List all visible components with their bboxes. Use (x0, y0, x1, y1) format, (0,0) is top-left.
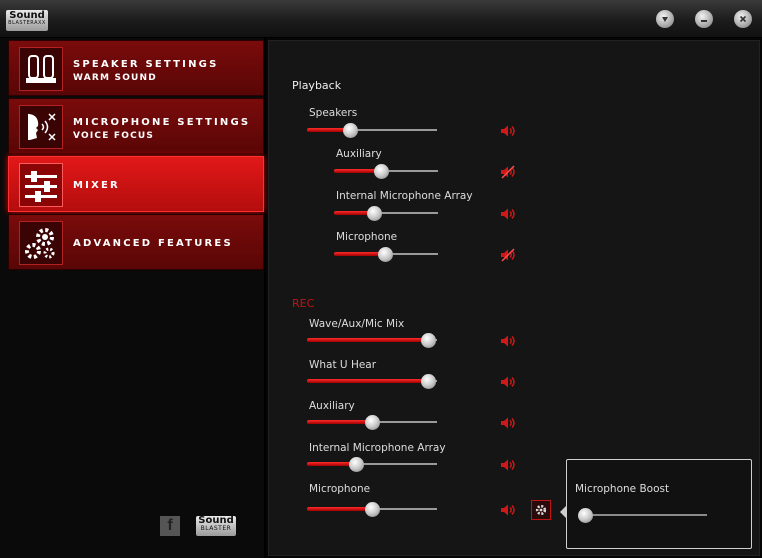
app-logo: Sound BLASTERAXX (6, 10, 48, 31)
slider-thumb[interactable] (349, 457, 365, 472)
slider-thumb[interactable] (420, 374, 436, 389)
speaker-icon[interactable] (500, 333, 516, 347)
playback-label: Playback (292, 79, 342, 92)
nav-title: MIXER (73, 180, 120, 191)
popup-title: Microphone Boost (575, 483, 670, 495)
microphone-head-icon (19, 105, 63, 149)
slider-thumb[interactable] (578, 508, 593, 523)
app-logo-bottom: BLASTERAXX (8, 20, 46, 26)
channel-label: Microphone (309, 483, 371, 495)
channel-label: Internal Microphone Array (336, 190, 473, 202)
brand-logo-bottom: BLASTER (200, 525, 232, 532)
nav-microphone-settings[interactable]: MICROPHONE SETTINGS VOICE FOCUS (8, 98, 264, 154)
speaker-icon[interactable] (500, 415, 516, 429)
speaker-icon[interactable] (500, 374, 516, 388)
channel-label: Auxiliary (336, 148, 382, 160)
channel-volume-slider[interactable] (334, 247, 438, 262)
microphone-settings-button[interactable] (531, 500, 551, 520)
slider-thumb[interactable] (377, 247, 393, 262)
speaker-icon[interactable] (500, 123, 516, 137)
channel-volume-slider[interactable] (334, 164, 438, 179)
facebook-icon[interactable]: f (160, 516, 180, 536)
sidebar: SPEAKER SETTINGS WARM SOUND MICROPHONE S… (0, 38, 266, 558)
channel-label: Internal Microphone Array (309, 442, 446, 454)
popup-pointer (560, 506, 566, 518)
channel-label: Wave/Aux/Mic Mix (309, 318, 405, 330)
menu-icon (662, 17, 668, 22)
channel-volume-slider[interactable] (307, 374, 437, 389)
slider-thumb[interactable] (342, 123, 358, 138)
channel-volume-slider[interactable] (307, 123, 437, 138)
minimize-icon (701, 20, 707, 22)
microphone-boost-popup: Microphone Boost (560, 459, 752, 549)
close-button[interactable] (734, 10, 752, 28)
microphone-boost-slider[interactable] (578, 508, 707, 523)
speaker-muted-icon[interactable] (500, 247, 516, 262)
speaker-muted-icon[interactable] (500, 164, 516, 179)
slider-thumb[interactable] (420, 333, 436, 348)
channel-label: Microphone (336, 231, 398, 243)
slider-thumb[interactable] (365, 502, 380, 517)
mixer-sliders-icon (19, 163, 63, 207)
speaker-icon[interactable] (500, 206, 516, 220)
nav-mixer[interactable]: MIXER (8, 156, 264, 212)
channel-volume-slider[interactable] (307, 333, 437, 348)
channel-volume-slider[interactable] (307, 457, 437, 472)
speaker-icon[interactable] (500, 502, 516, 516)
slider-fill (307, 420, 372, 424)
channel-label: What U Hear (309, 359, 377, 371)
channel-label: Speakers (309, 107, 358, 119)
nav-title: ADVANCED FEATURES (73, 238, 233, 249)
slider-track (579, 514, 707, 516)
speaker-icon (19, 47, 63, 91)
slider-fill (307, 379, 428, 383)
nav-title: SPEAKER SETTINGS (73, 59, 219, 70)
brand-logo[interactable]: Sound BLASTER (196, 516, 236, 536)
nav-speaker-settings[interactable]: SPEAKER SETTINGS WARM SOUND (8, 40, 264, 96)
slider-thumb[interactable] (373, 164, 389, 179)
slider-fill (307, 507, 372, 511)
rec-label: REC (292, 297, 315, 310)
app-window: Sound BLASTERAXX SPEAKER SETTINGS WARM S… (0, 0, 762, 558)
gears-icon (19, 221, 63, 265)
gear-icon (535, 504, 547, 516)
title-bar: Sound BLASTERAXX (0, 0, 762, 38)
slider-thumb[interactable] (366, 206, 382, 221)
slider-thumb[interactable] (365, 415, 380, 430)
slider-fill (307, 338, 428, 342)
close-icon (739, 15, 747, 23)
nav-subtitle: VOICE FOCUS (73, 131, 155, 141)
channel-volume-slider[interactable] (307, 415, 437, 430)
speaker-icon[interactable] (500, 457, 516, 471)
channel-label: Auxiliary (309, 400, 355, 412)
menu-button[interactable] (656, 10, 674, 28)
nav-title: MICROPHONE SETTINGS (73, 117, 251, 128)
channel-volume-slider[interactable] (334, 206, 438, 221)
nav-subtitle: WARM SOUND (73, 73, 157, 83)
channel-volume-slider[interactable] (307, 502, 437, 517)
nav-advanced-features[interactable]: ADVANCED FEATURES (8, 214, 264, 270)
minimize-button[interactable] (695, 10, 713, 28)
